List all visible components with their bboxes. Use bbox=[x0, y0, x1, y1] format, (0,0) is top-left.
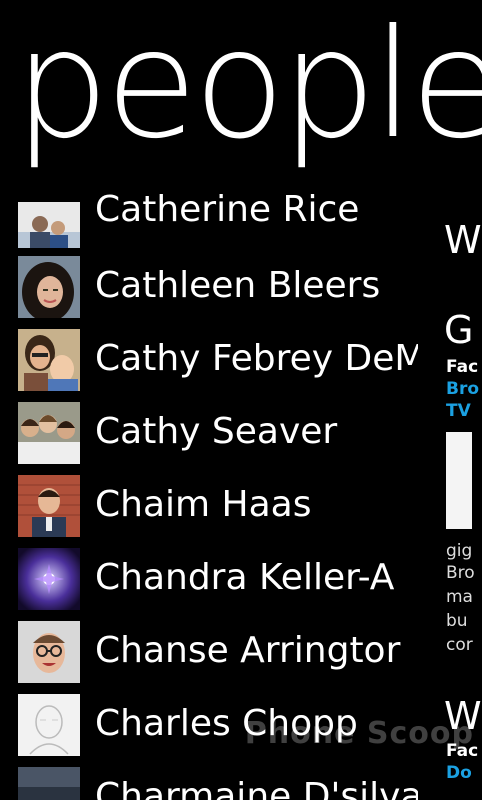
contact-item[interactable]: Cathy Seaver bbox=[18, 402, 418, 464]
feed-item-name: G bbox=[444, 308, 474, 352]
photo-purple-flower-icon bbox=[18, 548, 80, 610]
contact-name: Charmaine D'silva bbox=[95, 776, 418, 800]
photo-woman-child-icon bbox=[18, 329, 80, 391]
feed-link[interactable]: TV bbox=[446, 400, 471, 422]
contact-name: Catherine Rice bbox=[95, 189, 360, 230]
contact-item[interactable]: Chandra Keller-A bbox=[18, 548, 418, 610]
photo-woman-dark-hair-icon bbox=[18, 256, 80, 318]
contact-name: Cathy Febrey DeM bbox=[95, 338, 418, 379]
watermark-logo: Phone Scoop bbox=[244, 716, 474, 751]
photo-two-people-icon bbox=[18, 202, 80, 248]
contact-item[interactable]: Chaim Haas bbox=[18, 475, 418, 537]
contact-item[interactable]: Cathy Febrey DeM bbox=[18, 329, 418, 391]
photo-dark-icon bbox=[18, 767, 80, 800]
feed-text: bu bbox=[446, 611, 468, 631]
feed-text: gig bbox=[446, 541, 473, 561]
feed-text: cor bbox=[446, 635, 473, 655]
section-letter: W bbox=[444, 218, 482, 262]
contact-name: Chandra Keller-A bbox=[95, 557, 395, 598]
default-contact-sketch-icon bbox=[18, 694, 80, 756]
photo-group-women-icon bbox=[18, 402, 80, 464]
contact-item[interactable]: Cathleen Bleers bbox=[18, 256, 418, 318]
contact-item[interactable]: Chanse Arringtor bbox=[18, 621, 418, 683]
photo-man-brick-wall-icon bbox=[18, 475, 80, 537]
feed-text: Bro bbox=[446, 563, 475, 583]
contact-item[interactable]: Charmaine D'silva bbox=[18, 767, 418, 800]
contact-name: Chaim Haas bbox=[95, 484, 312, 525]
contact-name: Cathleen Bleers bbox=[95, 265, 381, 306]
contact-list[interactable]: Catherine Rice Cathleen Bleers Cathy Feb… bbox=[0, 0, 420, 800]
feed-link[interactable]: Bro bbox=[446, 378, 479, 400]
feed-source: Fac bbox=[446, 357, 479, 377]
feed-text: ma bbox=[446, 587, 473, 607]
whats-new-pane-preview[interactable]: W G Fac Bro TV gig Bro ma bu cor W Fac D… bbox=[434, 200, 482, 800]
people-hub-screen: people Catherine Rice Cathleen Bleers Ca… bbox=[0, 0, 482, 800]
contact-name: Chanse Arringtor bbox=[95, 630, 401, 671]
feed-image[interactable] bbox=[446, 432, 472, 529]
contact-item[interactable]: Catherine Rice bbox=[18, 186, 418, 248]
contact-name: Cathy Seaver bbox=[95, 411, 338, 452]
photo-man-glasses-icon bbox=[18, 621, 80, 683]
feed-link[interactable]: Do bbox=[446, 762, 472, 784]
